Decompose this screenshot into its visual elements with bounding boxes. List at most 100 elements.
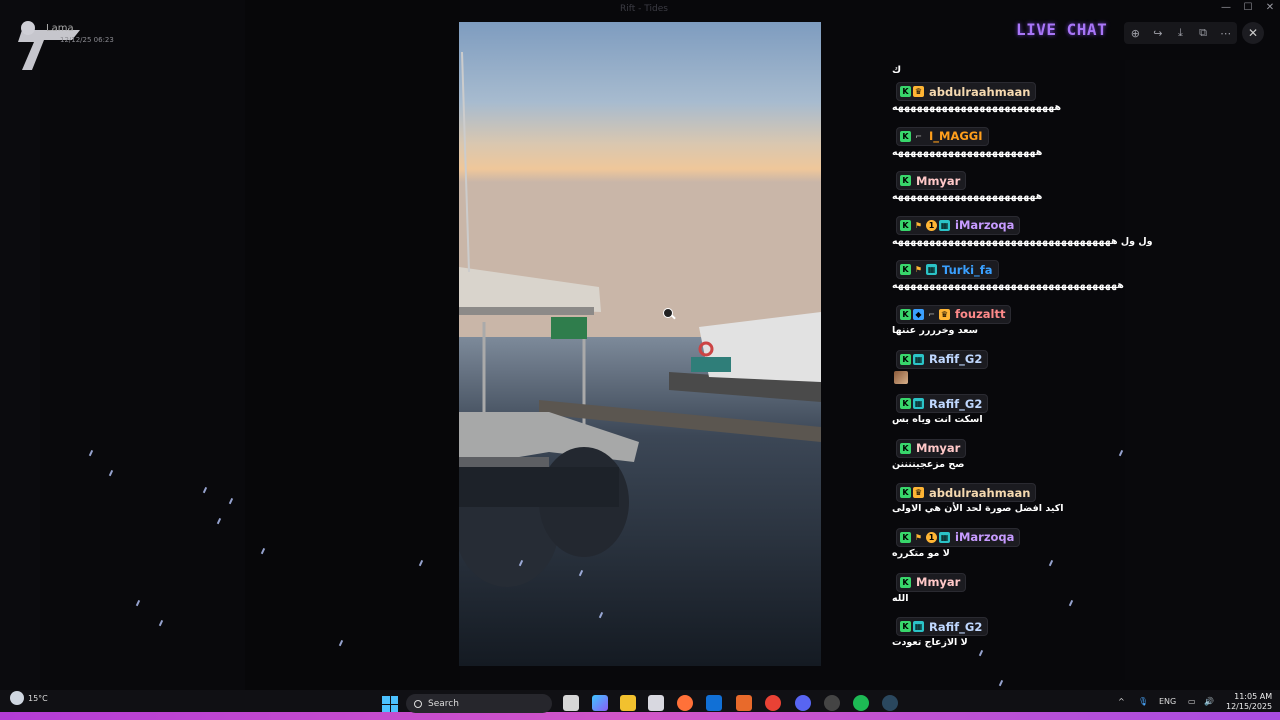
k-badge-icon: K	[900, 264, 911, 276]
chrome-icon[interactable]	[765, 695, 781, 711]
username-pill[interactable]: K ⚑ 1 ▦ iMarzoqa	[896, 215, 1021, 235]
illustrator-icon[interactable]	[736, 695, 752, 711]
one-badge-icon: 1	[926, 531, 937, 543]
username-pill[interactable]: K ▦ Rafif_G2	[896, 394, 989, 414]
cube-badge-icon: ▦	[939, 219, 950, 231]
maximize-icon[interactable]: ☐	[1238, 2, 1258, 13]
chat-message: K ⌐ I_MAGGI هههههههههههههههههههههههه	[892, 126, 1122, 172]
username: Mmyar	[916, 575, 961, 590]
username-pill[interactable]: K ♛ abdulraahmaan	[896, 483, 1037, 503]
username: Rafif_G2	[929, 396, 983, 411]
language-indicator[interactable]: ENG	[1159, 697, 1176, 706]
username-pill[interactable]: K ⌐ I_MAGGI	[896, 126, 989, 146]
volume-icon[interactable]: 🔊	[1204, 697, 1214, 706]
crown-badge-icon: ♛	[913, 487, 924, 499]
weather-widget[interactable]: 15°C	[10, 691, 48, 705]
search-label: Search	[428, 698, 459, 709]
spotify-icon[interactable]	[853, 695, 869, 711]
k-badge-icon: K	[900, 353, 911, 365]
message-text: ول ول هههههههههههههههههههههههههههههههههه…	[892, 235, 1153, 247]
user-name: Lama	[46, 23, 74, 34]
download-icon[interactable]: ⤓	[1171, 26, 1189, 40]
clock[interactable]: 11:05 AM 12/15/2025	[1226, 692, 1272, 712]
more-icon[interactable]: ⋯	[1217, 27, 1235, 40]
chat-message: K ♛ abdulraahmaan اكيد افضل صورة لحد الأن ه…	[892, 483, 1122, 528]
server-sidebar	[0, 0, 40, 690]
k-badge-icon: K	[900, 621, 911, 633]
k-badge-icon: K	[900, 219, 911, 231]
username-pill[interactable]: K ♛ abdulraahmaan	[896, 82, 1037, 101]
one-badge-icon: 1	[926, 219, 937, 231]
taskbar-search[interactable]: Search	[406, 694, 552, 713]
message-text: اسكت انت وياه بس	[892, 414, 983, 426]
chat-first-text: ك	[892, 65, 902, 76]
message-text: صح مزعجيننننن	[892, 458, 965, 470]
username-pill[interactable]: K ⚑ 1 ▦ iMarzoqa	[896, 527, 1021, 547]
close-icon[interactable]: ✕	[1242, 22, 1264, 44]
cube-badge-icon: ▦	[913, 621, 924, 633]
channel-list	[40, 0, 245, 690]
chat-message: K Mmyar صح مزعجيننننن	[892, 438, 1122, 484]
username: I_MAGGI	[929, 129, 983, 144]
username-pill[interactable]: K ▦ Rafif_G2	[896, 349, 989, 369]
chat-message: K ♛ abdulraahmaan ههههههههههههههههههههههههه…	[892, 82, 1122, 127]
taskbar	[0, 690, 1280, 714]
message-text: هههههههههههههههههههههههه	[892, 191, 1043, 203]
task-view-icon[interactable]	[563, 695, 579, 711]
background-member-list	[1125, 60, 1280, 680]
message-text: لا مو متكرره	[892, 547, 950, 559]
open-external-icon[interactable]: ⧉	[1194, 26, 1212, 40]
file-explorer-icon[interactable]	[620, 695, 636, 711]
k-badge-icon: K	[900, 175, 911, 187]
window-close-icon[interactable]: ✕	[1260, 2, 1280, 13]
copilot-icon[interactable]	[592, 695, 608, 711]
chat-message: K Mmyar هههههههههههههههههههههههه	[892, 171, 1122, 216]
emote-image	[894, 370, 908, 384]
flag-badge-icon: ⚑	[914, 265, 923, 275]
username-pill[interactable]: K ▦ Rafif_G2	[896, 617, 989, 637]
chat-message: K Mmyar الله	[892, 572, 1122, 618]
cube-badge-icon: ▦	[926, 264, 937, 276]
chat-message: K ⚑ 1 ▦ iMarzoqa لا مو متكرره	[892, 527, 1122, 573]
outlook-icon[interactable]	[706, 695, 722, 711]
github-icon[interactable]	[824, 695, 840, 711]
cube-badge-icon: ▦	[939, 531, 950, 543]
minimize-icon[interactable]: —	[1216, 2, 1236, 13]
network-icon[interactable]: ▭	[1188, 697, 1196, 706]
username-pill[interactable]: K ⚑ ▦ Turki_fa	[896, 260, 999, 280]
store-icon[interactable]	[648, 695, 664, 711]
message-text: الله	[892, 592, 909, 604]
username: Mmyar	[916, 173, 961, 188]
search-icon	[414, 699, 422, 708]
discord-icon[interactable]	[795, 695, 811, 711]
message-timestamp: 12/12/25 06:23	[60, 36, 114, 44]
dash-badge-icon: ⌐	[928, 309, 935, 319]
window-title: Rift - Tides	[620, 4, 668, 14]
zoom-cursor-icon	[663, 308, 673, 318]
microphone-icon[interactable]: 🎙	[1138, 697, 1148, 706]
username: iMarzoqa	[955, 218, 1015, 233]
weather-temp: 15°C	[28, 693, 48, 703]
username: iMarzoqa	[955, 530, 1015, 545]
tray-chevron-icon[interactable]: ^	[1118, 697, 1125, 706]
message-text: ههههههههههههههههههههههههههههههههههههه	[892, 280, 1124, 292]
start-button[interactable]	[382, 696, 398, 712]
steam-icon[interactable]	[882, 695, 898, 711]
k-badge-icon: K	[900, 398, 911, 410]
flag-badge-icon: ⚑	[914, 220, 923, 230]
image-preview[interactable]	[459, 22, 821, 666]
firefox-icon[interactable]	[677, 695, 693, 711]
username-pill[interactable]: K ◆ ⌐ ♛ fouzaltt	[896, 304, 1012, 324]
username-pill[interactable]: K Mmyar	[896, 438, 967, 458]
weather-icon	[10, 691, 24, 705]
zoom-in-icon[interactable]: ⊕	[1126, 27, 1144, 40]
username-pill[interactable]: K Mmyar	[896, 171, 967, 191]
k-badge-icon: K	[900, 576, 911, 588]
cube-badge-icon: ▦	[913, 353, 924, 365]
chat-message: K ⚑ 1 ▦ iMarzoqa ول ول هههههههههههههههههههههه…	[892, 215, 1153, 261]
date: 12/15/2025	[1226, 702, 1273, 711]
share-icon[interactable]: ↪	[1149, 27, 1167, 40]
k-badge-icon: K	[900, 130, 911, 142]
username-pill[interactable]: K Mmyar	[896, 572, 967, 592]
message-text: اكيد افضل صورة لحد الأن هي الاولى	[892, 503, 1064, 515]
